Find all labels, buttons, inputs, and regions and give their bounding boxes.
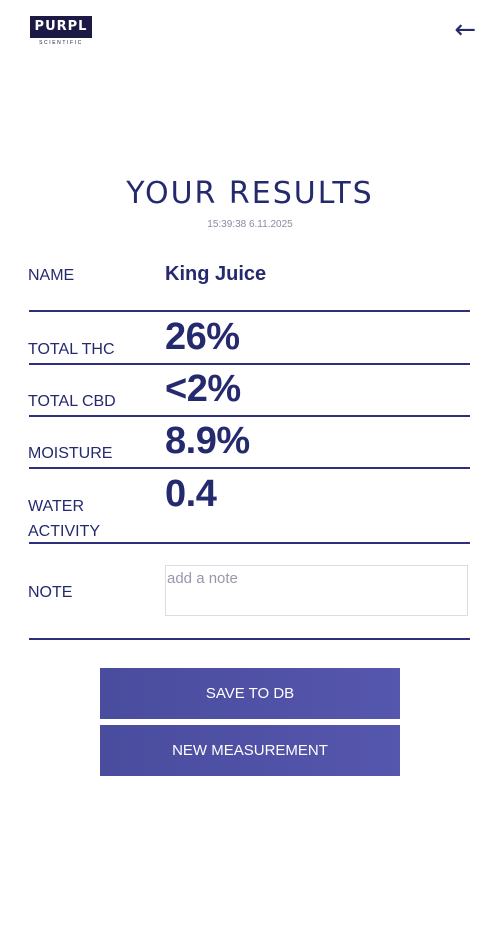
cbd-label: TOTAL CBD xyxy=(28,393,116,410)
brand-logo: PURPL SCIENTIFIC xyxy=(30,16,92,46)
water-activity-label-line2: ACTIVITY xyxy=(28,523,101,540)
water-activity-label-line1: WATER xyxy=(28,498,84,515)
divider xyxy=(29,363,470,365)
divider xyxy=(29,638,470,640)
save-to-db-button[interactable]: SAVE TO DB xyxy=(100,668,400,719)
result-timestamp: 15:39:38 6.11.2025 xyxy=(207,219,293,230)
thc-value: 26% xyxy=(165,316,240,358)
water-activity-value: 0.4 xyxy=(165,473,217,515)
thc-label: TOTAL THC xyxy=(28,341,115,358)
name-value: King Juice xyxy=(165,263,267,285)
note-label: NOTE xyxy=(28,584,73,601)
divider xyxy=(29,415,470,417)
divider xyxy=(29,467,470,469)
logo-subtext: SCIENTIFIC xyxy=(39,40,83,46)
moisture-value: 8.9% xyxy=(165,420,250,462)
cbd-value: <2% xyxy=(165,368,241,410)
page-title: YOUR RESULTS xyxy=(126,176,374,211)
divider xyxy=(29,310,470,312)
back-arrow-icon[interactable]: ← xyxy=(454,16,476,44)
moisture-label: MOISTURE xyxy=(28,445,113,462)
water-activity-label: WATER ACTIVITY xyxy=(28,494,100,544)
new-measurement-button[interactable]: NEW MEASUREMENT xyxy=(100,725,400,776)
logo-wordmark: PURPL xyxy=(30,16,92,38)
note-input[interactable]: add a note xyxy=(165,565,468,616)
divider xyxy=(29,542,470,544)
name-label: NAME xyxy=(28,267,75,284)
